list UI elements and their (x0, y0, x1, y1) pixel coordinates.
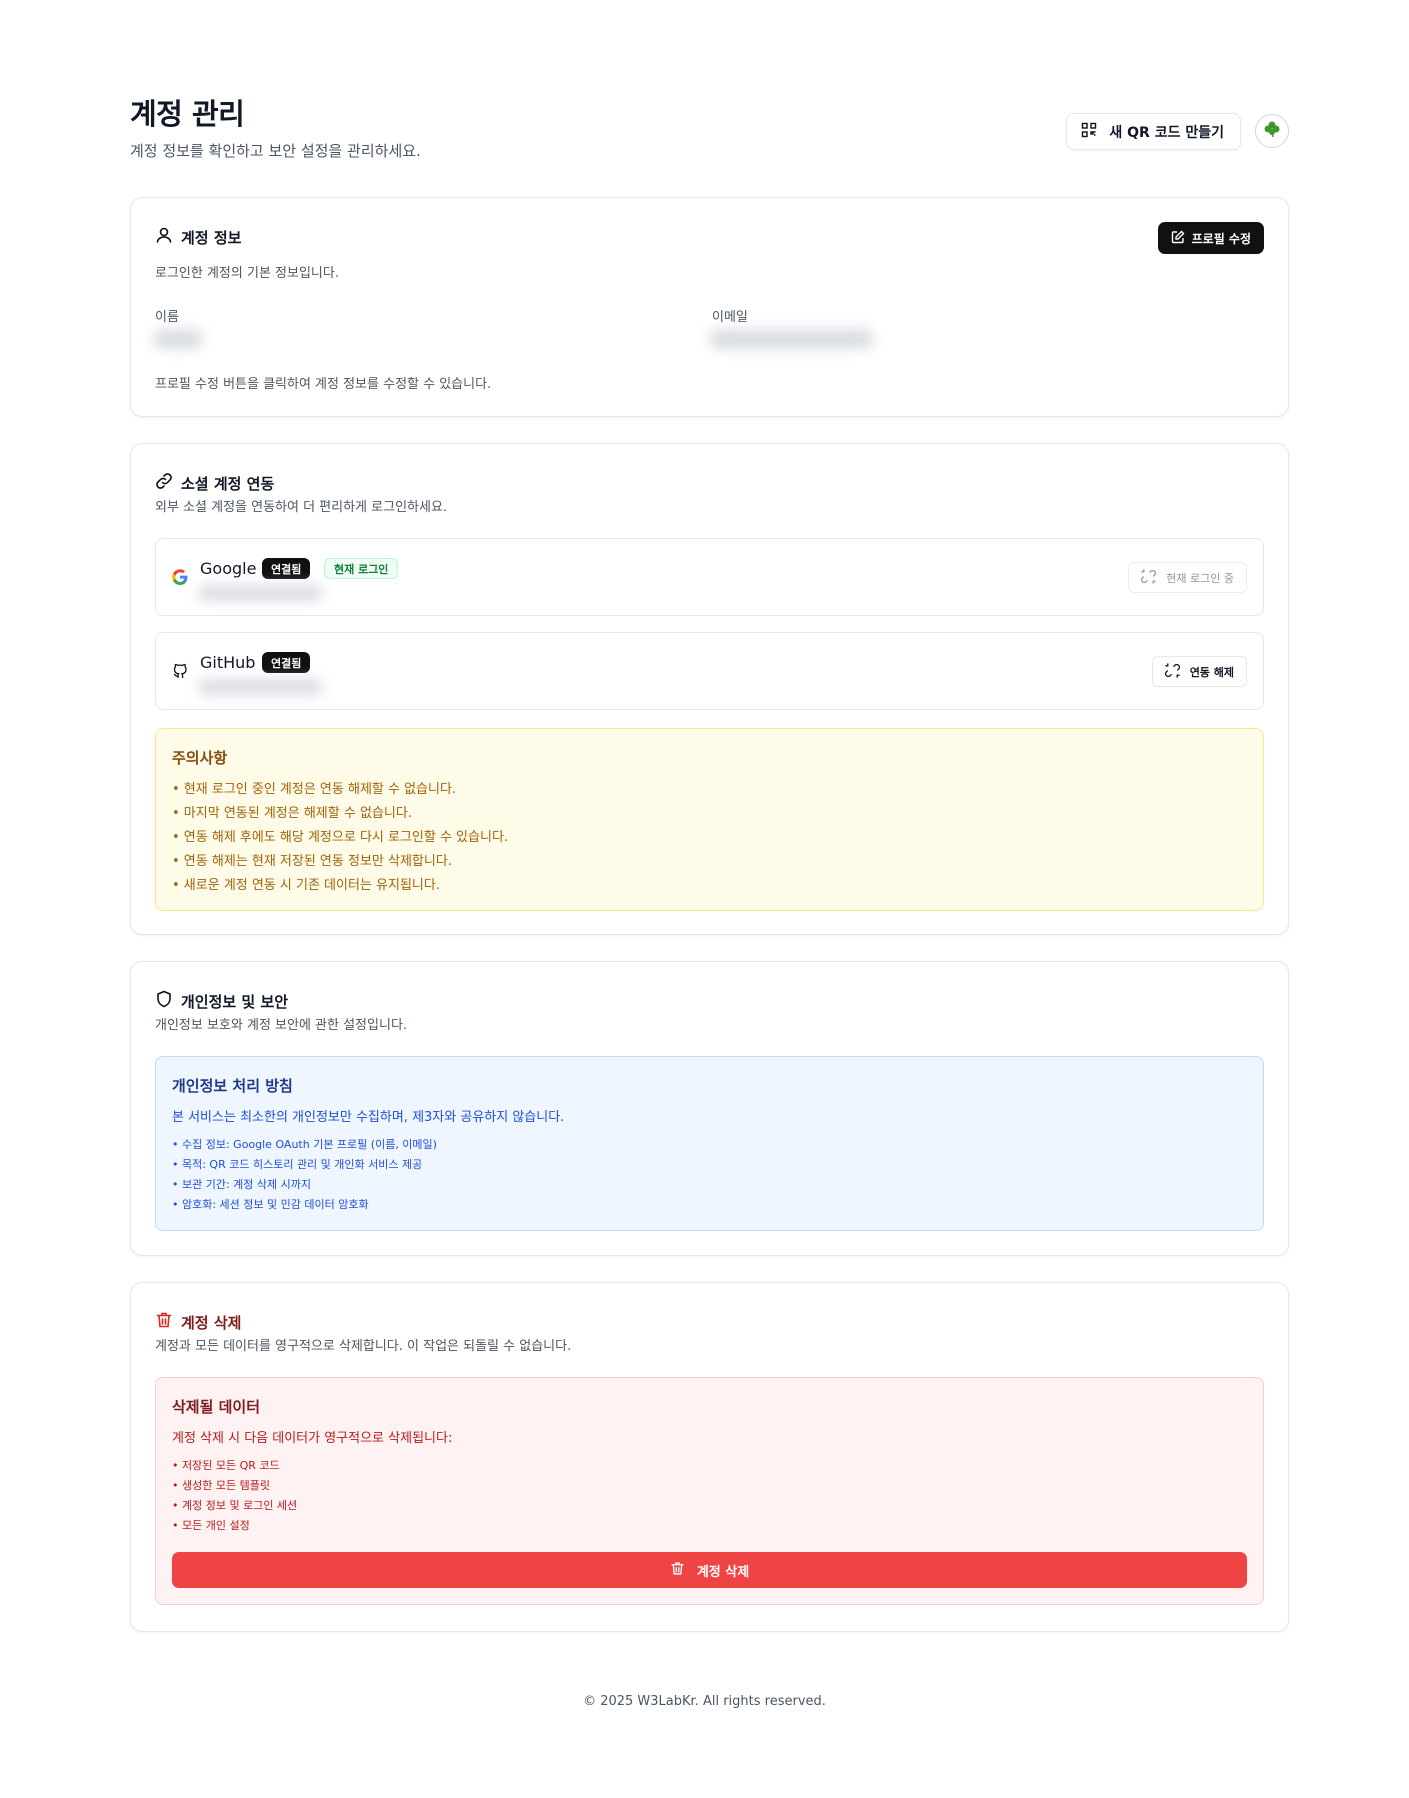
edit-icon (1171, 230, 1185, 247)
avatar[interactable] (1255, 114, 1289, 148)
list-item: • 목적: QR 코드 히스토리 관리 및 개인화 서비스 제공 (172, 1158, 423, 1171)
google-provider-name: Google (200, 559, 257, 578)
account-info-hint: 프로필 수정 버튼을 클릭하여 계정 정보를 수정할 수 있습니다. (155, 377, 492, 392)
github-disconnect-button[interactable]: 연동 해제 (1151, 656, 1247, 687)
link-icon (155, 472, 173, 494)
list-item: • 연동 해제 후에도 해당 계정으로 다시 로그인할 수 있습니다. (172, 830, 509, 845)
footer-copyright: © 2025 W3LabKr. All rights reserved. (583, 1694, 826, 1709)
list-item: • 마지막 연동된 계정은 해제할 수 없습니다. (172, 806, 412, 821)
edit-profile-label: 프로필 수정 (1191, 231, 1251, 246)
social-desc: 외부 소셜 계정을 연동하여 더 편리하게 로그인하세요. (155, 500, 448, 515)
list-item: • 새로운 계정 연동 시 기존 데이터는 유지됩니다. (172, 878, 440, 893)
list-item: • 보관 기간: 계정 삭제 시까지 (172, 1178, 311, 1191)
privacy-title: 개인정보 및 보안 (181, 992, 289, 1011)
new-qr-code-button[interactable]: 새 QR 코드 만들기 (1066, 113, 1241, 150)
account-delete-card: 계정 삭제 계정과 모든 데이터를 영구적으로 삭제합니다. 이 작업은 되돌릴… (130, 1282, 1289, 1632)
current-login-badge: 현재 로그인 (324, 558, 399, 579)
shield-icon (155, 990, 173, 1012)
caution-list: • 현재 로그인 중인 계정은 연동 해제할 수 없습니다. • 마지막 연동된… (172, 778, 1247, 898)
deleted-data-title: 삭제될 데이터 (172, 1398, 261, 1416)
google-connected-badge: 연결됨 (262, 558, 311, 579)
google-action-label: 현재 로그인 중 (1166, 571, 1234, 585)
user-icon (155, 226, 173, 248)
account-info-title: 계정 정보 (181, 228, 242, 247)
unlink-icon (1164, 662, 1180, 681)
list-item: • 암호화: 세션 정보 및 민감 데이터 암호화 (172, 1198, 369, 1211)
list-item: • 저장된 모든 QR 코드 (172, 1459, 280, 1472)
google-current-login-button[interactable]: 현재 로그인 중 (1128, 562, 1247, 593)
social-accounts-card: 소셜 계정 연동 외부 소셜 계정을 연동하여 더 편리하게 로그인하세요. G… (130, 443, 1289, 935)
list-item: • 현재 로그인 중인 계정은 연동 해제할 수 없습니다. (172, 782, 457, 797)
list-item: • 수집 정보: Google OAuth 기본 프로필 (이름, 이메일) (172, 1138, 437, 1151)
list-item: • 모든 개인 설정 (172, 1519, 250, 1532)
caution-notice: 주의사항 • 현재 로그인 중인 계정은 연동 해제할 수 없습니다. • 마지… (155, 728, 1264, 911)
page-header: 계정 관리 계정 정보를 확인하고 보안 설정을 관리하세요. 새 QR 코드 … (130, 96, 1289, 166)
email-value-redacted (709, 329, 874, 349)
github-account-row: GitHub 연결됨 연동 해제 (155, 632, 1264, 710)
list-item: • 생성한 모든 템플릿 (172, 1479, 270, 1492)
trash-icon (155, 1311, 173, 1333)
caution-title: 주의사항 (172, 749, 228, 767)
account-info-desc: 로그인한 계정의 기본 정보입니다. (155, 266, 339, 281)
privacy-policy-box: 개인정보 처리 방침 본 서비스는 최소한의 개인정보만 수집하며, 제3자와 … (155, 1056, 1264, 1231)
privacy-policy-lead: 본 서비스는 최소한의 개인정보만 수집하며, 제3자와 공유하지 않습니다. (172, 1110, 565, 1125)
delete-header: 계정 삭제 (155, 1311, 241, 1333)
delete-desc: 계정과 모든 데이터를 영구적으로 삭제합니다. 이 작업은 되돌릴 수 없습니… (155, 1339, 572, 1354)
deleted-data-list: • 저장된 모든 QR 코드 • 생성한 모든 템플릿 • 계정 정보 및 로그… (172, 1456, 1247, 1536)
github-connected-badge: 연결됨 (262, 652, 311, 673)
privacy-header: 개인정보 및 보안 (155, 990, 288, 1012)
edit-profile-button[interactable]: 프로필 수정 (1157, 222, 1264, 254)
github-provider-name: GitHub (200, 653, 256, 672)
unlink-icon (1141, 568, 1157, 587)
name-value-redacted (153, 329, 203, 349)
delete-account-button[interactable]: 계정 삭제 (172, 1552, 1247, 1588)
github-email-redacted (198, 679, 323, 695)
privacy-desc: 개인정보 보호와 계정 보안에 관한 설정입니다. (155, 1018, 408, 1033)
social-title: 소셜 계정 연동 (181, 474, 275, 493)
github-icon (172, 663, 190, 681)
google-account-row: Google 연결됨 현재 로그인 현재 로그인 중 (155, 538, 1264, 616)
account-info-card: 계정 정보 프로필 수정 로그인한 계정의 기본 정보입니다. 이름 이메일 프… (130, 197, 1289, 417)
deleted-data-box: 삭제될 데이터 계정 삭제 시 다음 데이터가 영구적으로 삭제됩니다: • 저… (155, 1377, 1264, 1605)
privacy-policy-list: • 수집 정보: Google OAuth 기본 프로필 (이름, 이메일) •… (172, 1135, 1247, 1215)
list-item: • 계정 정보 및 로그인 세션 (172, 1499, 298, 1512)
email-label: 이메일 (712, 310, 748, 325)
privacy-security-card: 개인정보 및 보안 개인정보 보호와 계정 보안에 관한 설정입니다. 개인정보… (130, 961, 1289, 1256)
clover-icon (1262, 119, 1282, 143)
privacy-policy-title: 개인정보 처리 방침 (172, 1077, 293, 1095)
name-label: 이름 (155, 310, 179, 325)
google-icon (172, 569, 190, 587)
account-info-header: 계정 정보 (155, 226, 241, 248)
delete-account-label: 계정 삭제 (696, 1564, 750, 1580)
qr-code-icon (1081, 122, 1097, 142)
new-qr-code-label: 새 QR 코드 만들기 (1109, 124, 1224, 141)
list-item: • 연동 해제는 현재 저장된 연동 정보만 삭제합니다. (172, 854, 452, 869)
google-email-redacted (198, 585, 323, 601)
trash-icon (670, 1561, 685, 1580)
deleted-data-lead: 계정 삭제 시 다음 데이터가 영구적으로 삭제됩니다: (172, 1431, 453, 1446)
delete-title: 계정 삭제 (181, 1313, 242, 1332)
github-action-label: 연동 해제 (1189, 665, 1234, 679)
social-header: 소셜 계정 연동 (155, 472, 274, 494)
